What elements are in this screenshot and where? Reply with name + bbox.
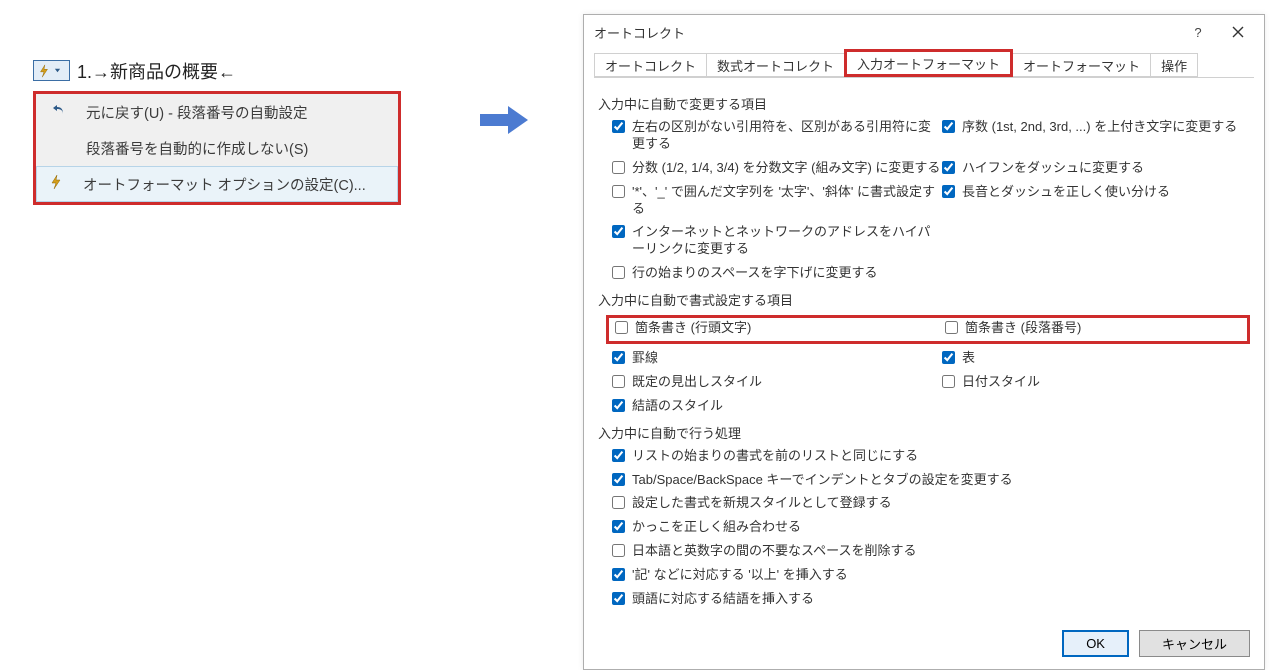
checkbox-long-sound-dash[interactable]: 長音とダッシュを正しく使い分ける [942, 184, 1250, 218]
tab-autoformat-as-you-type[interactable]: 入力オートフォーマット [844, 49, 1013, 77]
checkbox-closing-style[interactable]: 結語のスタイル [612, 398, 942, 415]
checkbox-label: 箇条書き (行頭文字) [635, 320, 751, 337]
tab-autocorrect[interactable]: オートコレクト [594, 53, 707, 77]
section-title-replace: 入力中に自動で変更する項目 [598, 94, 1250, 113]
arrow-right-icon [480, 102, 528, 138]
section-title-apply: 入力中に自動で書式設定する項目 [598, 290, 1250, 309]
autocorrect-dialog: オートコレクト ? オートコレクト 数式オートコレクト 入力オートフォーマット … [583, 14, 1265, 670]
checkbox-label: ハイフンをダッシュに変更する [962, 160, 1144, 177]
dialog-titlebar: オートコレクト ? [584, 15, 1264, 49]
tab-actions[interactable]: 操作 [1150, 53, 1198, 77]
checkbox-label: かっこを正しく組み合わせる [632, 519, 801, 536]
undo-icon [40, 102, 78, 122]
menu-stop-autonumber[interactable]: 段落番号を自動的に作成しない(S) [40, 130, 394, 166]
close-button[interactable] [1218, 18, 1258, 46]
checkbox-label: '記' などに対応する '以上' を挿入する [632, 567, 848, 584]
section-title-auto: 入力中に自動で行う処理 [598, 423, 1250, 442]
close-icon [1232, 26, 1244, 38]
checkbox-label: 結語のスタイル [632, 398, 723, 415]
checkbox-label: 左右の区別がない引用符を、区別がある引用符に変更する [632, 119, 942, 153]
help-button[interactable]: ? [1178, 18, 1218, 46]
checkbox-label: 行の始まりのスペースを字下げに変更する [632, 265, 877, 282]
section-apply-grid: 罫線 表 既定の見出しスタイル 日付スタイル 結語のスタイル [612, 350, 1250, 415]
checkbox-label: 設定した書式を新規スタイルとして登録する [632, 495, 892, 512]
menu-undo-autonumber[interactable]: 元に戻す(U) - 段落番号の自動設定 [40, 94, 394, 130]
dialog-body: 入力中に自動で変更する項目 左右の区別がない引用符を、区別がある引用符に変更する… [584, 86, 1264, 620]
document-line: 1.→新商品の概要← [77, 58, 236, 84]
checkbox-number-list[interactable]: 箇条書き (段落番号) [945, 320, 1241, 337]
checkbox-insert-closing[interactable]: '記' などに対応する '以上' を挿入する [612, 567, 1250, 584]
section-replace-grid: 左右の区別がない引用符を、区別がある引用符に変更する 序数 (1st, 2nd,… [612, 119, 1250, 282]
autoformat-options-menu: 元に戻す(U) - 段落番号の自動設定 段落番号を自動的に作成しない(S) オー… [33, 91, 401, 205]
checkbox-bullet-list[interactable]: 箇条書き (行頭文字) [615, 320, 945, 337]
checkbox-heading-style[interactable]: 既定の見出しスタイル [612, 374, 942, 391]
checkbox-label: 罫線 [632, 350, 658, 367]
checkbox-hyphen-dash[interactable]: ハイフンをダッシュに変更する [942, 160, 1250, 177]
tab-row: オートコレクト 数式オートコレクト 入力オートフォーマット オートフォーマット … [584, 49, 1264, 77]
checkbox-match-brackets[interactable]: かっこを正しく組み合わせる [612, 519, 1250, 536]
checkbox-label: '*'、'_' で囲んだ文字列を '太字'、'斜体' に書式設定する [632, 184, 942, 218]
checkbox-indent-spaces[interactable]: 行の始まりのスペースを字下げに変更する [612, 265, 942, 282]
checkbox-label: 序数 (1st, 2nd, 3rd, ...) を上付き文字に変更する [962, 119, 1237, 136]
menu-label: 段落番号を自動的に作成しない(S) [86, 138, 308, 159]
checkbox-label: インターネットとネットワークのアドレスをハイパーリンクに変更する [632, 224, 942, 258]
menu-label: オートフォーマット オプションの設定(C)... [83, 174, 366, 195]
menu-label: 元に戻す(U) - 段落番号の自動設定 [86, 102, 308, 123]
checkbox-bold-italic[interactable]: '*'、'_' で囲んだ文字列を '太字'、'斜体' に書式設定する [612, 184, 942, 218]
checkbox-smart-quotes[interactable]: 左右の区別がない引用符を、区別がある引用符に変更する [612, 119, 942, 153]
lightning-icon [37, 174, 75, 194]
lightning-icon [37, 64, 51, 78]
cancel-button[interactable]: キャンセル [1139, 630, 1250, 657]
menu-autoformat-options[interactable]: オートフォーマット オプションの設定(C)... [36, 166, 398, 202]
checkbox-label: 日本語と英数字の間の不要なスペースを削除する [632, 543, 916, 560]
checkbox-fractions[interactable]: 分数 (1/2, 1/4, 3/4) を分数文字 (組み文字) に変更する [612, 160, 942, 177]
checkbox-label: 日付スタイル [962, 374, 1040, 391]
divider [594, 77, 1254, 78]
checkbox-list-format[interactable]: リストの始まりの書式を前のリストと同じにする [612, 448, 1250, 465]
checkbox-remove-spaces[interactable]: 日本語と英数字の間の不要なスペースを削除する [612, 543, 1250, 560]
dialog-footer: OK キャンセル [584, 620, 1264, 669]
checkbox-table[interactable]: 表 [942, 350, 1250, 367]
checkbox-label: 表 [962, 350, 975, 367]
checkbox-label: 長音とダッシュを正しく使い分ける [962, 184, 1170, 201]
tab-math-autocorrect[interactable]: 数式オートコレクト [706, 53, 845, 77]
caret-down-icon [54, 67, 61, 74]
checkbox-date-style[interactable]: 日付スタイル [942, 374, 1250, 391]
section-auto-list: リストの始まりの書式を前のリストと同じにする Tab/Space/BackSpa… [612, 448, 1250, 608]
checkbox-label: 箇条書き (段落番号) [965, 320, 1081, 337]
checkbox-label: 頭語に対応する結語を挿入する [632, 591, 814, 608]
ok-button[interactable]: OK [1062, 630, 1129, 657]
smart-tag-button[interactable] [33, 60, 70, 81]
checkbox-border[interactable]: 罫線 [612, 350, 942, 367]
tab-autoformat[interactable]: オートフォーマット [1012, 53, 1151, 77]
checkbox-new-style[interactable]: 設定した書式を新規スタイルとして登録する [612, 495, 1250, 512]
checkbox-label: 既定の見出しスタイル [632, 374, 762, 391]
checkbox-insert-salutation-reply[interactable]: 頭語に対応する結語を挿入する [612, 591, 1250, 608]
checkbox-tab-indent[interactable]: Tab/Space/BackSpace キーでインデントとタブの設定を変更する [612, 472, 1250, 489]
checkbox-label: Tab/Space/BackSpace キーでインデントとタブの設定を変更する [632, 472, 1013, 489]
checkbox-ordinals[interactable]: 序数 (1st, 2nd, 3rd, ...) を上付き文字に変更する [942, 119, 1250, 153]
checkbox-hyperlinks[interactable]: インターネットとネットワークのアドレスをハイパーリンクに変更する [612, 224, 942, 258]
checkbox-label: 分数 (1/2, 1/4, 3/4) を分数文字 (組み文字) に変更する [632, 160, 940, 177]
dialog-title: オートコレクト [594, 23, 685, 42]
highlighted-bullet-row: 箇条書き (行頭文字) 箇条書き (段落番号) [606, 315, 1250, 344]
checkbox-label: リストの始まりの書式を前のリストと同じにする [632, 448, 918, 465]
